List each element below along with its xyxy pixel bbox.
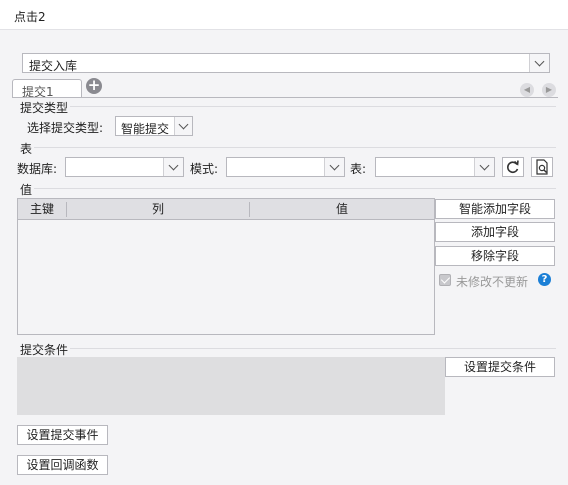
column-header-value[interactable]: 值 bbox=[250, 199, 434, 219]
column-header-column[interactable]: 列 bbox=[67, 199, 249, 219]
smart-add-field-button[interactable]: 智能添加字段 bbox=[435, 199, 555, 219]
submit-type-field-label: 选择提交类型: bbox=[27, 121, 104, 135]
no-update-label: 未修改不更新 bbox=[456, 275, 529, 289]
submit-type-section-label: 提交类型 bbox=[20, 101, 69, 115]
window-title-bar bbox=[0, 0, 568, 30]
remove-field-button[interactable]: 移除字段 bbox=[435, 246, 555, 266]
add-field-button[interactable]: 添加字段 bbox=[435, 222, 555, 242]
preview-button[interactable] bbox=[531, 157, 553, 177]
database-label: 数据库: bbox=[17, 162, 58, 176]
condition-section-label: 提交条件 bbox=[20, 343, 69, 357]
section-divider bbox=[70, 106, 556, 107]
chevron-down-icon bbox=[529, 54, 549, 72]
set-submit-event-button[interactable]: 设置提交事件 bbox=[17, 425, 108, 445]
tab-divider bbox=[12, 97, 558, 98]
chevron-down-icon bbox=[474, 158, 494, 176]
fields-table[interactable]: 主键 列 值 bbox=[17, 198, 435, 335]
submit-type-value: 智能提交 bbox=[121, 122, 170, 136]
values-section-label: 值 bbox=[20, 183, 33, 197]
document-search-icon bbox=[536, 159, 548, 175]
chevron-right-icon[interactable]: ▶ bbox=[542, 83, 556, 97]
schema-label: 模式: bbox=[190, 162, 219, 176]
submit-type-select[interactable]: 智能提交 bbox=[115, 116, 193, 136]
chevron-down-icon bbox=[174, 117, 192, 135]
action-type-value: 提交入库 bbox=[29, 59, 78, 73]
table-label: 表: bbox=[350, 162, 367, 176]
chevron-down-icon bbox=[324, 158, 344, 176]
tab-submit-1[interactable]: 提交1 bbox=[12, 79, 82, 99]
set-condition-button[interactable]: 设置提交条件 bbox=[445, 357, 555, 377]
refresh-button[interactable] bbox=[502, 157, 524, 177]
window-title: 点击2 bbox=[14, 10, 46, 24]
condition-display-area bbox=[17, 357, 445, 415]
section-divider bbox=[34, 147, 556, 148]
plus-circle-icon[interactable]: + bbox=[86, 78, 102, 94]
schema-select[interactable] bbox=[226, 157, 345, 177]
question-circle-icon[interactable]: ? bbox=[538, 273, 551, 286]
table-section-label: 表 bbox=[20, 142, 33, 156]
column-header-key[interactable]: 主键 bbox=[18, 199, 66, 219]
refresh-icon bbox=[507, 160, 519, 173]
no-update-checkbox[interactable] bbox=[439, 274, 451, 286]
table-select[interactable] bbox=[375, 157, 495, 177]
database-select[interactable] bbox=[65, 157, 184, 177]
action-type-select[interactable]: 提交入库 bbox=[22, 53, 550, 73]
set-callback-button[interactable]: 设置回调函数 bbox=[17, 455, 108, 475]
section-divider bbox=[70, 348, 556, 349]
chevron-left-icon[interactable]: ◀ bbox=[520, 83, 534, 97]
section-divider bbox=[34, 188, 556, 189]
chevron-down-icon bbox=[163, 158, 183, 176]
fields-table-header: 主键 列 值 bbox=[18, 199, 434, 220]
